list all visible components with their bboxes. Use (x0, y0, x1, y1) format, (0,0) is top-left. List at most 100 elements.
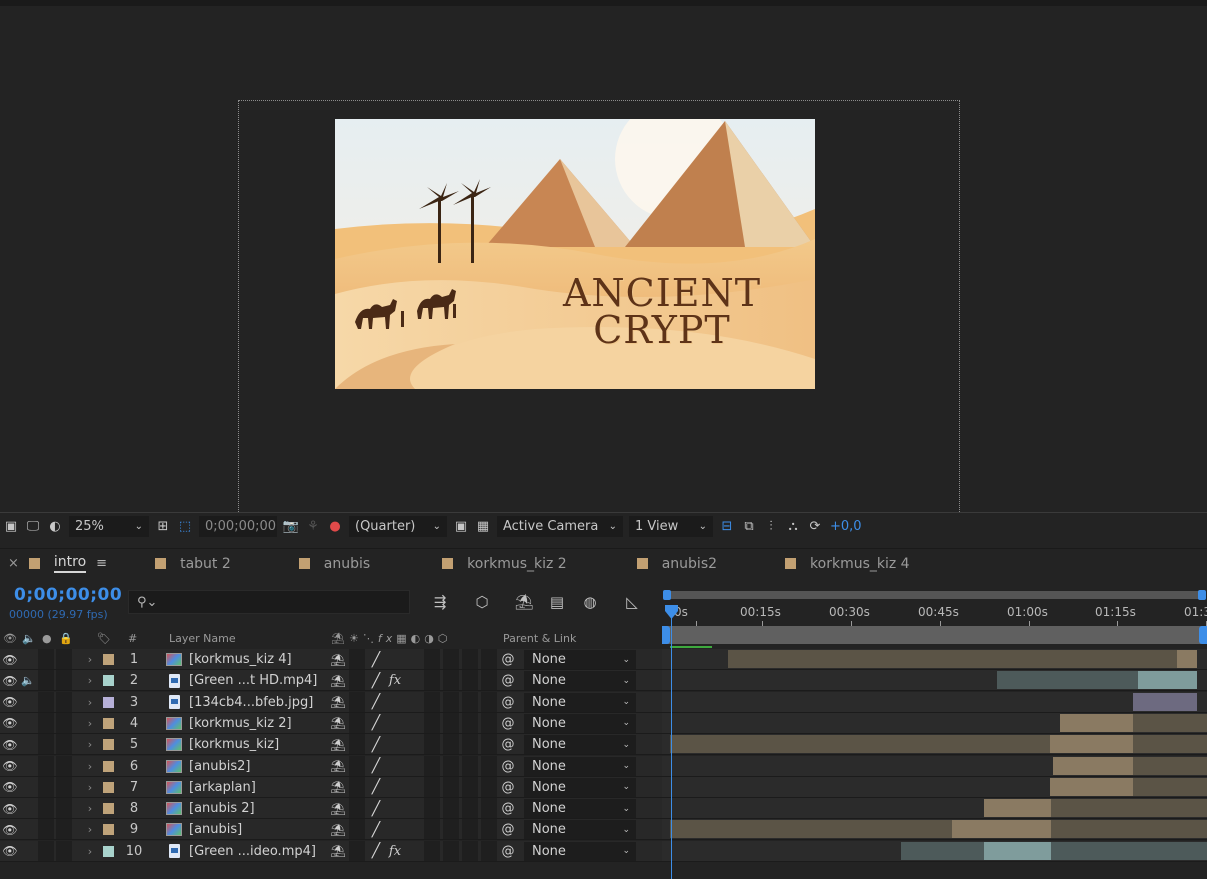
layer-duration-bar[interactable] (1053, 756, 1133, 775)
lock-toggle[interactable] (56, 649, 72, 669)
expand-chevron-icon[interactable]: › (84, 692, 96, 713)
adjustment-layer-switch[interactable] (462, 840, 478, 861)
effects-switch-icon[interactable]: fx (387, 670, 403, 691)
collapse-switch[interactable] (349, 649, 365, 669)
shy-switch-icon[interactable]: ⛱ (330, 713, 345, 734)
layer-duration-bar[interactable] (1060, 713, 1133, 732)
layer-label-color[interactable] (103, 654, 114, 665)
composition-preview[interactable]: ANCIENT CRYPT (335, 119, 815, 389)
tab-anubis2[interactable]: anubis2 (633, 549, 721, 579)
parent-dropdown[interactable]: None ⌄ (524, 692, 636, 712)
fast-previews-icon[interactable]: ▣ (450, 517, 472, 537)
frame-blend-switch[interactable] (424, 691, 440, 712)
flowchart-icon[interactable]: ⛬ (782, 517, 804, 537)
solo-toggle[interactable] (38, 712, 54, 733)
frame-blend-switch[interactable] (424, 734, 440, 755)
3d-layer-switch[interactable] (481, 670, 497, 691)
layer-name[interactable]: [anubis] (189, 819, 242, 840)
layer-search-input[interactable]: ⚲⌄ (128, 590, 410, 614)
layer-label-color[interactable] (103, 781, 114, 793)
lock-toggle[interactable] (56, 712, 72, 733)
layer-label-color[interactable] (103, 760, 114, 772)
pick-whip-icon[interactable]: @ (500, 841, 516, 862)
effects-switch-icon[interactable] (387, 819, 403, 840)
layer-row[interactable]: 👁 › 1 [korkmus_kiz 4] ⛱ ╱ @ None ⌄ (0, 649, 662, 670)
pick-whip-icon[interactable]: @ (500, 777, 516, 798)
layer-name[interactable]: [134cb4...bfeb.jpg] (189, 692, 313, 713)
frame-blend-switch[interactable] (424, 649, 440, 669)
visibility-eye-icon[interactable]: 👁 (2, 734, 18, 755)
adjustment-layer-switch[interactable] (462, 734, 478, 755)
layer-label-color[interactable] (103, 803, 114, 815)
toggle-pixel-aspect-icon[interactable]: ⊟ (716, 517, 738, 537)
current-time-field[interactable]: 0;00;00;00 (199, 516, 277, 537)
layer-label-color[interactable] (103, 717, 114, 729)
3d-layer-switch[interactable] (481, 798, 497, 819)
layer-label-color[interactable] (103, 696, 114, 708)
layer-row[interactable]: 👁 › 10 [Green ...ideo.mp4] ⛱ ╱ fx @ None ⌄ (0, 840, 662, 862)
shy-switch-icon[interactable]: ⛱ (330, 670, 345, 691)
pick-whip-icon[interactable]: @ (500, 734, 516, 755)
fast-draft-icon[interactable]: ⧉ (738, 517, 760, 537)
layer-name[interactable]: [korkmus_kiz 4] (189, 649, 292, 670)
shy-switch-icon[interactable]: ⛱ (330, 777, 345, 798)
visibility-eye-icon[interactable]: 👁 (2, 841, 18, 862)
expand-chevron-icon[interactable]: › (84, 798, 96, 819)
layer-name[interactable]: [Green ...ideo.mp4] (189, 841, 316, 862)
collapse-switch[interactable] (349, 734, 365, 755)
layer-duration-bar[interactable] (1133, 692, 1197, 711)
pick-whip-icon[interactable]: @ (500, 713, 516, 734)
audio-speaker-icon[interactable]: 🔈 (20, 670, 36, 691)
audio-speaker-icon[interactable] (20, 756, 36, 777)
color-channels-icon[interactable]: ● (324, 517, 346, 537)
3d-layer-switch[interactable] (481, 734, 497, 755)
layer-row[interactable]: 👁 › 4 [korkmus_kiz 2] ⛱ ╱ @ None ⌄ (0, 712, 662, 734)
quality-switch-icon[interactable]: ╱ (369, 670, 383, 691)
layer-label-color[interactable] (103, 739, 114, 751)
layer-duration-bar[interactable] (1133, 713, 1207, 732)
current-time-indicator-line[interactable] (671, 612, 672, 879)
layer-label-color[interactable] (103, 845, 114, 857)
expand-chevron-icon[interactable]: › (84, 713, 96, 734)
collapse-switch[interactable] (349, 755, 365, 776)
motion-blur-switch[interactable] (443, 670, 459, 691)
always-preview-icon[interactable]: ▣ (0, 517, 22, 537)
lock-toggle[interactable] (56, 670, 72, 691)
frame-blend-switch[interactable] (424, 755, 440, 776)
timeline-graph[interactable]: 0s00:15s00:30s00:45s01:00s01:15s01:3 (662, 585, 1207, 879)
snapshot-camera-icon[interactable]: 📷 (280, 517, 302, 537)
timeline-icon[interactable]: ⫶ (760, 517, 782, 537)
quality-switch-icon[interactable]: ╱ (369, 798, 383, 819)
tab-intro[interactable]: × intro ≡ (4, 549, 111, 579)
collapse-switch[interactable] (349, 691, 365, 712)
visibility-eye-icon[interactable]: 👁 (2, 692, 18, 713)
layer-duration-bar[interactable] (1050, 735, 1133, 754)
layer-name[interactable]: [korkmus_kiz] (189, 734, 279, 755)
shy-switch-icon[interactable]: ⛱ (330, 756, 345, 777)
adjustment-layer-switch[interactable] (462, 819, 478, 840)
solo-toggle[interactable] (38, 734, 54, 755)
motion-blur-switch[interactable] (443, 734, 459, 755)
tab-korkmus-kiz-4[interactable]: korkmus_kiz 4 (781, 549, 914, 579)
motion-blur-switch[interactable] (443, 691, 459, 712)
show-snapshot-icon[interactable]: ⚘ (302, 517, 324, 537)
layer-row[interactable]: 👁 › 9 [anubis] ⛱ ╱ @ None ⌄ (0, 819, 662, 841)
visibility-eye-icon[interactable]: 👁 (2, 819, 18, 840)
layer-duration-bar[interactable] (952, 820, 1051, 839)
layer-name-column-header[interactable]: Layer Name (169, 628, 236, 648)
parent-dropdown[interactable]: None ⌄ (524, 799, 636, 819)
audio-speaker-icon[interactable] (20, 734, 36, 755)
visibility-eye-icon[interactable]: 👁 (2, 798, 18, 819)
lock-toggle[interactable] (56, 691, 72, 712)
solo-toggle[interactable] (38, 670, 54, 691)
parent-dropdown[interactable]: None ⌄ (524, 756, 636, 776)
tab-tabut-2[interactable]: tabut 2 (151, 549, 235, 579)
expand-chevron-icon[interactable]: › (84, 756, 96, 777)
frame-blend-switch[interactable] (424, 798, 440, 819)
graph-editor-icon[interactable]: ◺ (620, 590, 644, 614)
safe-margins-icon[interactable]: ⊞ (152, 517, 174, 537)
solo-toggle[interactable] (38, 840, 54, 861)
composition-viewer[interactable]: ANCIENT CRYPT (0, 0, 1207, 520)
layer-duration-bar[interactable] (901, 841, 984, 860)
frame-blend-switch[interactable] (424, 670, 440, 691)
